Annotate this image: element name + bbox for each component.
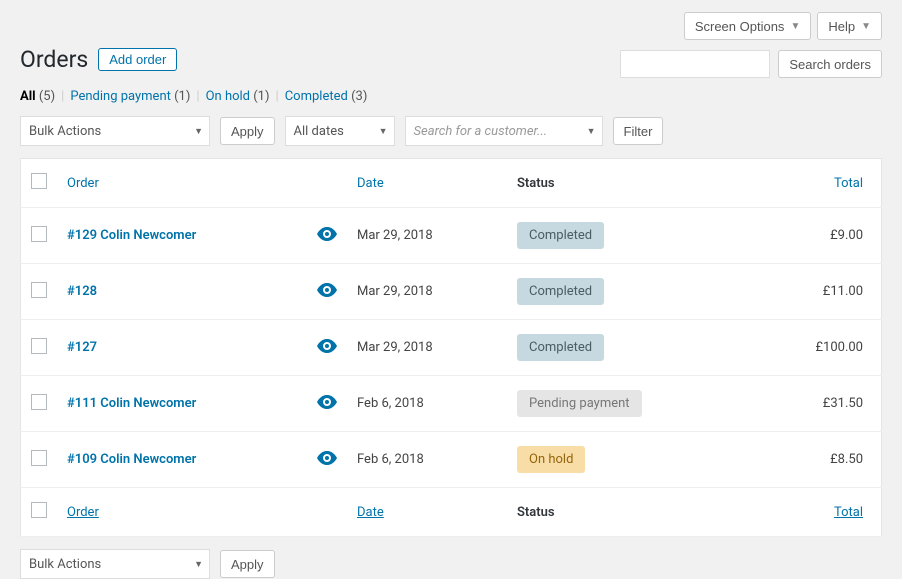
bulk-actions-label: Bulk Actions: [29, 124, 101, 139]
help-button[interactable]: Help ▼: [817, 12, 882, 40]
order-total: £11.00: [727, 264, 882, 320]
order-link[interactable]: #128: [67, 284, 97, 299]
row-checkbox[interactable]: [31, 338, 47, 354]
order-total: £9.00: [727, 208, 882, 264]
status-badge: On hold: [517, 446, 585, 473]
orders-table: Order Date Status Total #129 Colin Newco…: [20, 158, 882, 537]
checkbox-icon[interactable]: [31, 502, 47, 518]
column-status: Status: [507, 159, 727, 208]
status-filter-count: (3): [351, 89, 367, 104]
row-checkbox[interactable]: [31, 450, 47, 466]
status-badge: Completed: [517, 334, 604, 361]
status-filter-all[interactable]: All: [20, 89, 39, 104]
date-filter-select[interactable]: All dates: [285, 116, 395, 146]
order-link[interactable]: #111 Colin Newcomer: [67, 396, 196, 411]
search-orders-input[interactable]: [620, 50, 770, 78]
select-all-header[interactable]: [21, 159, 58, 208]
order-date: Mar 29, 2018: [347, 320, 507, 376]
footer-column-date[interactable]: Date: [357, 505, 384, 520]
column-total[interactable]: Total: [727, 159, 882, 208]
filter-separator: |: [59, 89, 66, 104]
filter-button[interactable]: Filter: [613, 117, 664, 145]
date-filter-label: All dates: [294, 124, 344, 139]
footer-column-order[interactable]: Order: [67, 505, 99, 520]
column-date[interactable]: Date: [347, 159, 507, 208]
status-filter-count: (5): [39, 89, 55, 104]
bulk-apply-button[interactable]: Apply: [220, 117, 275, 145]
row-checkbox[interactable]: [31, 282, 47, 298]
footer-column-status: Status: [507, 488, 727, 537]
filter-separator: |: [194, 89, 201, 104]
bulk-actions-label-bottom: Bulk Actions: [29, 557, 101, 572]
table-row: #127 Mar 29, 2018 Completed £100.00: [21, 320, 882, 376]
bulk-actions-select[interactable]: Bulk Actions: [20, 116, 210, 146]
customer-filter-select[interactable]: Search for a customer...: [405, 116, 603, 146]
chevron-down-icon: ▼: [861, 21, 871, 32]
help-label: Help: [828, 19, 855, 34]
preview-eye-icon[interactable]: [317, 395, 337, 413]
status-filter-completed[interactable]: Completed: [285, 89, 351, 104]
order-total: £100.00: [727, 320, 882, 376]
status-filter-on-hold[interactable]: On hold: [206, 89, 254, 104]
search-orders-button[interactable]: Search orders: [778, 50, 882, 78]
order-total: £8.50: [727, 432, 882, 488]
bulk-actions-select-bottom[interactable]: Bulk Actions: [20, 549, 210, 579]
table-row: #109 Colin Newcomer Feb 6, 2018 On hold £8.…: [21, 432, 882, 488]
page-title: Orders: [20, 46, 88, 73]
order-total: £31.50: [727, 376, 882, 432]
table-row: #129 Colin Newcomer Mar 29, 2018 Completed…: [21, 208, 882, 264]
status-badge: Pending payment: [517, 390, 642, 417]
order-date: Feb 6, 2018: [347, 432, 507, 488]
order-link[interactable]: #109 Colin Newcomer: [67, 452, 196, 467]
status-filter-row: All (5) | Pending payment (1) | On hold (1) |…: [20, 89, 882, 104]
screen-options-label: Screen Options: [695, 19, 785, 34]
chevron-down-icon: ▼: [790, 21, 800, 32]
table-row: #111 Colin Newcomer Feb 6, 2018 Pending pa…: [21, 376, 882, 432]
add-order-button[interactable]: Add order: [98, 48, 177, 71]
filter-separator: |: [274, 89, 281, 104]
column-order[interactable]: Order: [57, 159, 307, 208]
row-checkbox[interactable]: [31, 226, 47, 242]
status-filter-count: (1): [253, 89, 269, 104]
checkbox-icon[interactable]: [31, 173, 47, 189]
preview-eye-icon[interactable]: [317, 339, 337, 357]
status-filter-count: (1): [174, 89, 190, 104]
preview-eye-icon[interactable]: [317, 283, 337, 301]
order-date: Feb 6, 2018: [347, 376, 507, 432]
table-row: #128 Mar 29, 2018 Completed £11.00: [21, 264, 882, 320]
preview-eye-icon[interactable]: [317, 227, 337, 245]
footer-column-total[interactable]: Total: [834, 505, 863, 520]
select-all-footer[interactable]: [21, 488, 58, 537]
bulk-apply-button-bottom[interactable]: Apply: [220, 550, 275, 578]
order-date: Mar 29, 2018: [347, 264, 507, 320]
preview-eye-icon[interactable]: [317, 451, 337, 469]
status-badge: Completed: [517, 222, 604, 249]
order-link[interactable]: #129 Colin Newcomer: [67, 228, 196, 243]
status-badge: Completed: [517, 278, 604, 305]
status-filter-pending-payment[interactable]: Pending payment: [70, 89, 174, 104]
screen-options-button[interactable]: Screen Options ▼: [684, 12, 812, 40]
customer-filter-placeholder: Search for a customer...: [414, 124, 548, 139]
column-preview: [307, 159, 347, 208]
row-checkbox[interactable]: [31, 394, 47, 410]
order-link[interactable]: #127: [67, 340, 97, 355]
order-date: Mar 29, 2018: [347, 208, 507, 264]
